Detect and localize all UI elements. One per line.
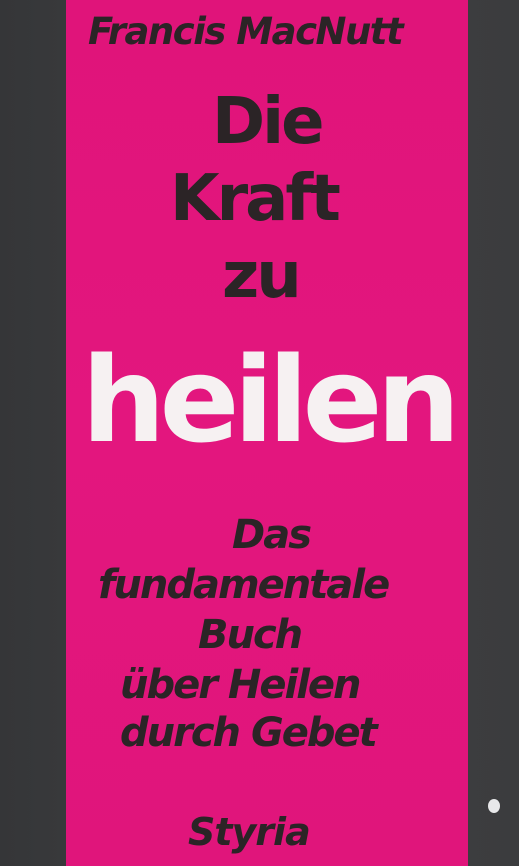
title-line-1: Die: [212, 85, 324, 159]
subtitle-line-2: fundamentale: [98, 562, 390, 608]
subtitle-line-4: über Heilen: [120, 662, 362, 708]
book-cover: Francis MacNutt Die Kraft zu heilen Das …: [0, 0, 519, 866]
subtitle-line-1: Das: [232, 512, 312, 558]
publisher-name: Styria: [188, 810, 311, 854]
subtitle-line-3: Buch: [198, 612, 303, 658]
surface-speck: [488, 799, 500, 813]
title-main-word: heilen: [81, 331, 461, 469]
subtitle-line-5: durch Gebet: [120, 710, 378, 756]
title-line-2: Kraft: [170, 162, 341, 236]
author-name: Francis MacNutt: [88, 10, 404, 53]
